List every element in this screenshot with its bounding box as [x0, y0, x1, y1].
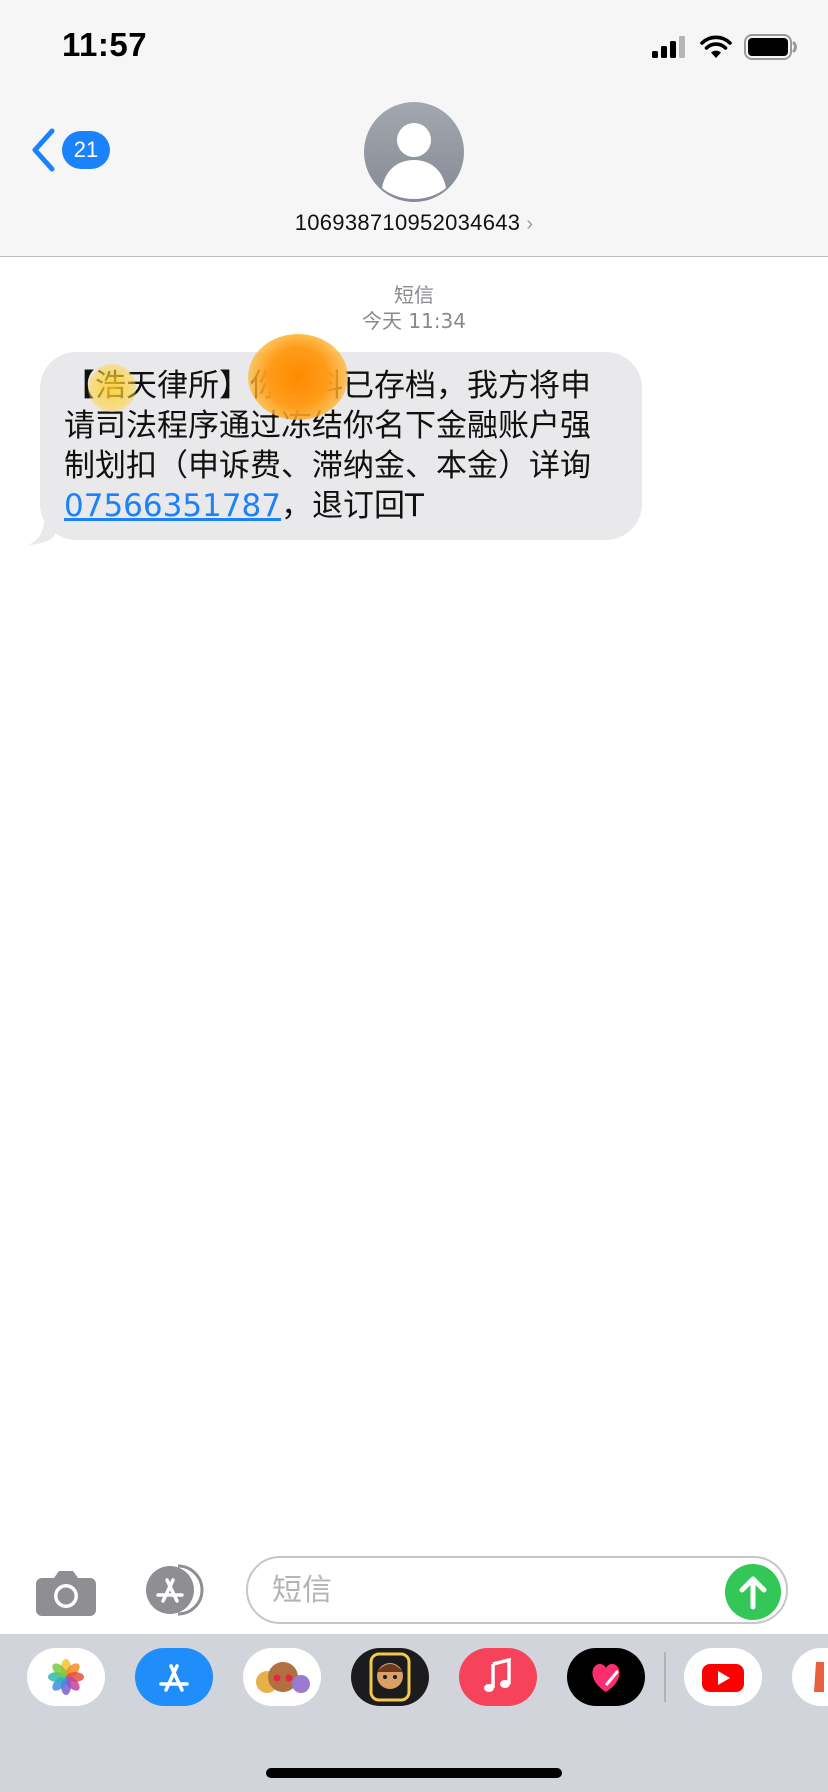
memoji-stickers-icon[interactable]	[243, 1648, 321, 1706]
back-button[interactable]: 21	[30, 128, 110, 172]
cellular-signal-icon	[652, 36, 685, 58]
service-label: 短信	[394, 283, 434, 307]
phone-number-link[interactable]: 07566351787	[64, 488, 281, 524]
camera-icon	[36, 1571, 96, 1616]
drawer-divider	[664, 1652, 666, 1702]
send-button[interactable]	[725, 1564, 781, 1620]
youtube-icon[interactable]	[684, 1648, 762, 1706]
contact-number: 106938710952034643	[294, 210, 521, 235]
app-store-button[interactable]	[140, 1564, 212, 1616]
message-suffix: ，退订回T	[280, 488, 424, 524]
digital-touch-icon[interactable]	[567, 1648, 645, 1706]
wifi-icon	[700, 35, 732, 58]
chevron-right-icon: ›	[526, 213, 534, 235]
camera-button[interactable]	[34, 1568, 98, 1616]
received-message-bubble[interactable]: 【浩天律所】你材料已存档，我方将申请司法程序通过冻结你名下金融账户强制划扣（申诉…	[40, 352, 642, 540]
message-timestamp: 今天 11:34	[362, 309, 466, 333]
person-icon	[382, 123, 446, 199]
photos-icon[interactable]	[27, 1648, 105, 1706]
status-bar: 11:57	[0, 0, 828, 96]
contact-name[interactable]: 106938710952034643 ›	[0, 210, 828, 236]
home-indicator	[266, 1768, 562, 1778]
message-sender-tag: 【浩天律所】	[64, 368, 250, 404]
app-store-icon[interactable]	[135, 1648, 213, 1706]
contact-avatar[interactable]	[364, 102, 464, 202]
music-icon[interactable]	[459, 1648, 537, 1706]
conversation-meta: 短信 今天 11:34	[0, 282, 828, 334]
chevron-left-icon	[32, 128, 55, 172]
input-bar	[0, 1546, 828, 1634]
status-icons	[652, 34, 798, 60]
arrow-up-icon	[739, 1576, 767, 1610]
partial-app-icon[interactable]	[792, 1648, 828, 1706]
app-drawer	[0, 1634, 828, 1792]
app-store-icon	[146, 1564, 204, 1616]
unread-count-badge: 21	[62, 131, 110, 169]
battery-icon	[744, 34, 797, 60]
animoji-icon[interactable]	[351, 1648, 429, 1706]
messages-screen: 21 106938710952034643 › 11:57 短信 今天 11:3…	[0, 0, 828, 1792]
message-input[interactable]	[246, 1556, 788, 1624]
status-time: 11:57	[62, 26, 148, 63]
